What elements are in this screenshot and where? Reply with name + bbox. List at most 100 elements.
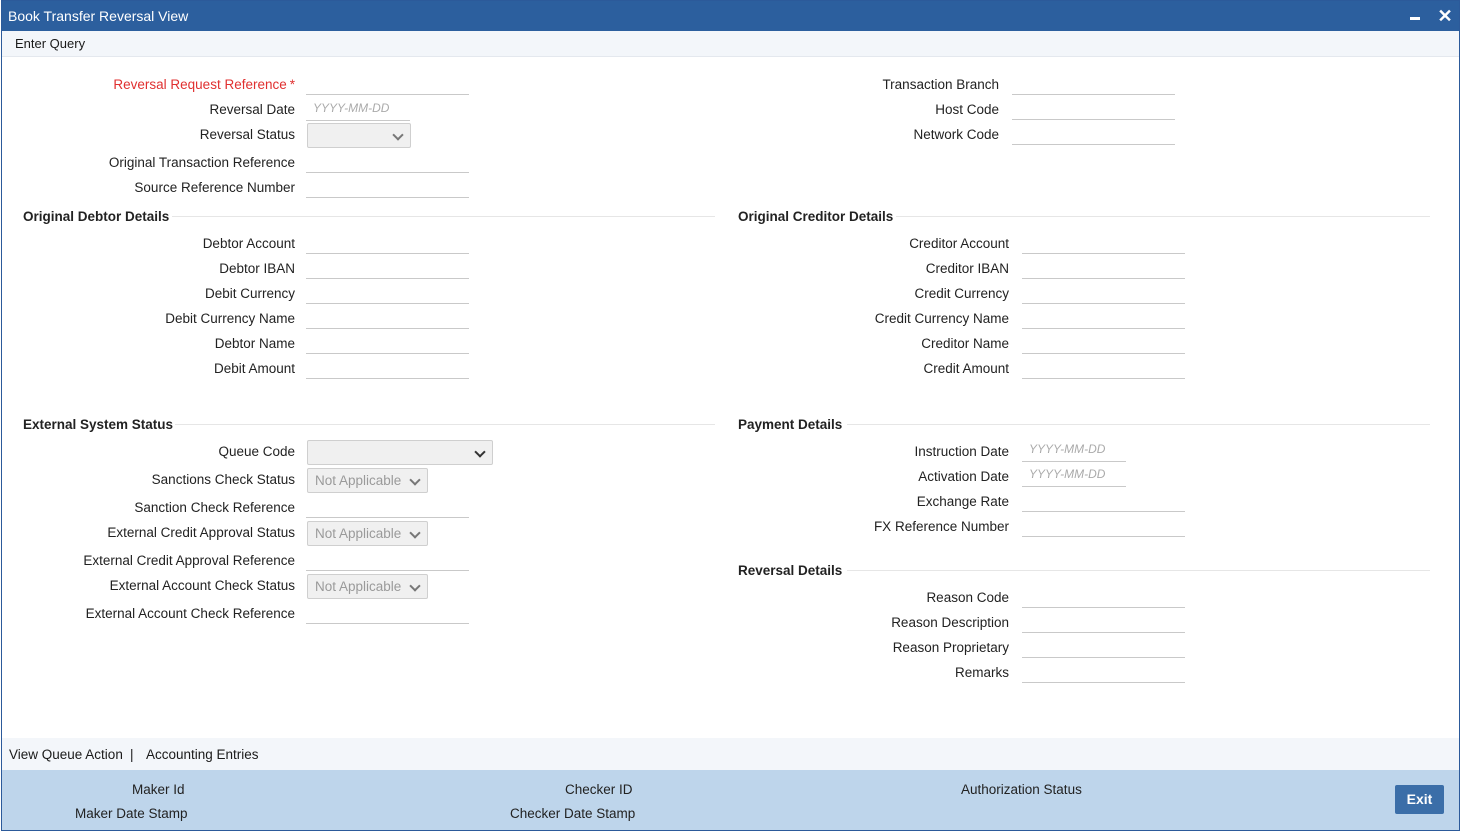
- chevron-down-icon: [474, 446, 486, 458]
- section-divider: [847, 424, 1430, 425]
- queue-code-select[interactable]: [307, 440, 493, 465]
- creditor-account-label: Creditor Account: [909, 236, 1009, 251]
- external-credit-approval-status-value: Not Applicable: [315, 526, 402, 541]
- sanction-check-reference-input[interactable]: [306, 493, 469, 518]
- fx-reference-number-input[interactable]: [1022, 512, 1185, 537]
- fx-reference-number-label: FX Reference Number: [873, 519, 1009, 534]
- reason-proprietary-input[interactable]: [1022, 633, 1185, 658]
- payment-details-heading: Payment Details: [738, 417, 843, 432]
- credit-currency-name-label: Credit Currency Name: [874, 311, 1009, 326]
- section-divider: [172, 216, 715, 217]
- credit-currency-label: Credit Currency: [914, 286, 1009, 301]
- transaction-branch-label: Transaction Branch: [882, 77, 999, 92]
- sanction-check-reference-label: Sanction Check Reference: [134, 500, 295, 515]
- network-code-label: Network Code: [913, 127, 999, 142]
- creditor-iban-label: Creditor IBAN: [925, 261, 1009, 276]
- debtor-iban-input[interactable]: [306, 254, 469, 279]
- credit-currency-input[interactable]: [1022, 279, 1185, 304]
- reversal-request-reference-input[interactable]: [306, 70, 469, 95]
- debtor-account-label: Debtor Account: [202, 236, 295, 251]
- external-system-status-heading: External System Status: [23, 417, 174, 432]
- remarks-input[interactable]: [1022, 658, 1185, 683]
- accounting-entries-link[interactable]: Accounting Entries: [146, 747, 259, 762]
- original-creditor-details-heading: Original Creditor Details: [738, 209, 894, 224]
- debtor-name-input[interactable]: [306, 329, 469, 354]
- reversal-date-input[interactable]: YYYY-MM-DD: [306, 96, 410, 121]
- debtor-account-input[interactable]: [306, 229, 469, 254]
- reversal-status-label: Reversal Status: [199, 127, 295, 142]
- book-transfer-reversal-window: Book Transfer Reversal View ✕ Enter Quer…: [1, 0, 1460, 831]
- external-credit-approval-status-select[interactable]: Not Applicable: [307, 521, 428, 546]
- checker-id-label: Checker ID: [565, 782, 633, 797]
- maker-date-stamp-label: Maker Date Stamp: [75, 806, 188, 821]
- external-account-check-reference-label: External Account Check Reference: [85, 606, 295, 621]
- host-code-label: Host Code: [935, 102, 999, 117]
- external-account-check-status-label: External Account Check Status: [109, 578, 295, 593]
- reversal-status-select[interactable]: [307, 123, 411, 148]
- debit-amount-label: Debit Amount: [213, 361, 295, 376]
- enter-query-menu[interactable]: Enter Query: [15, 36, 85, 51]
- close-icon[interactable]: ✕: [1434, 5, 1456, 27]
- external-credit-approval-reference-input[interactable]: [306, 546, 469, 571]
- debit-currency-label: Debit Currency: [204, 286, 295, 301]
- bottom-action-bar: View Queue Action | Accounting Entries: [2, 738, 1459, 770]
- creditor-iban-input[interactable]: [1022, 254, 1185, 279]
- sanctions-check-status-value: Not Applicable: [315, 473, 402, 488]
- source-reference-number-input[interactable]: [306, 173, 469, 198]
- view-queue-action-link[interactable]: View Queue Action: [9, 747, 123, 762]
- debit-currency-name-input[interactable]: [306, 304, 469, 329]
- original-transaction-reference-input[interactable]: [306, 148, 469, 173]
- sanctions-check-status-select[interactable]: Not Applicable: [307, 468, 428, 493]
- debtor-name-label: Debtor Name: [214, 336, 295, 351]
- reversal-request-reference-label: Reversal Request Reference *: [113, 77, 295, 92]
- external-account-check-reference-input[interactable]: [306, 599, 469, 624]
- credit-amount-label: Credit Amount: [923, 361, 1009, 376]
- section-divider: [847, 570, 1430, 571]
- title-bar: Book Transfer Reversal View ✕: [2, 1, 1459, 31]
- debit-amount-input[interactable]: [306, 354, 469, 379]
- minimize-icon[interactable]: [1404, 5, 1426, 27]
- original-debtor-details-heading: Original Debtor Details: [23, 209, 170, 224]
- creditor-name-input[interactable]: [1022, 329, 1185, 354]
- sanctions-check-status-label: Sanctions Check Status: [151, 472, 295, 487]
- required-marker: *: [289, 77, 295, 92]
- reason-proprietary-label: Reason Proprietary: [892, 640, 1009, 655]
- external-account-check-status-select[interactable]: Not Applicable: [307, 574, 428, 599]
- reason-code-input[interactable]: [1022, 583, 1185, 608]
- remarks-label: Remarks: [954, 665, 1009, 680]
- credit-amount-input[interactable]: [1022, 354, 1185, 379]
- original-transaction-reference-label: Original Transaction Reference: [108, 155, 295, 170]
- exit-button[interactable]: Exit: [1395, 785, 1444, 814]
- activation-date-input[interactable]: YYYY-MM-DD: [1022, 462, 1126, 487]
- creditor-name-label: Creditor Name: [921, 336, 1009, 351]
- creditor-account-input[interactable]: [1022, 229, 1185, 254]
- instruction-date-input[interactable]: YYYY-MM-DD: [1022, 437, 1126, 462]
- section-divider: [175, 424, 715, 425]
- reason-description-input[interactable]: [1022, 608, 1185, 633]
- instruction-date-label: Instruction Date: [914, 444, 1009, 459]
- host-code-input[interactable]: [1012, 95, 1175, 120]
- chevron-down-icon: [409, 580, 421, 592]
- reversal-details-heading: Reversal Details: [738, 563, 843, 578]
- debit-currency-input[interactable]: [306, 279, 469, 304]
- source-reference-number-label: Source Reference Number: [134, 180, 295, 195]
- maker-id-label: Maker Id: [132, 782, 185, 797]
- network-code-input[interactable]: [1012, 120, 1175, 145]
- authorization-status-label: Authorization Status: [961, 782, 1082, 797]
- transaction-branch-input[interactable]: [1012, 70, 1175, 95]
- chevron-down-icon: [409, 527, 421, 539]
- window-title: Book Transfer Reversal View: [8, 8, 189, 24]
- section-divider: [896, 216, 1430, 217]
- chevron-down-icon: [409, 474, 421, 486]
- link-separator: |: [130, 747, 134, 762]
- exchange-rate-label: Exchange Rate: [916, 494, 1009, 509]
- reason-description-label: Reason Description: [891, 615, 1009, 630]
- external-credit-approval-reference-label: External Credit Approval Reference: [83, 553, 295, 568]
- reason-code-label: Reason Code: [926, 590, 1009, 605]
- external-credit-approval-status-label: External Credit Approval Status: [107, 525, 295, 540]
- queue-code-label: Queue Code: [218, 444, 295, 459]
- audit-footer: Maker Id Maker Date Stamp Checker ID Che…: [2, 770, 1459, 830]
- exchange-rate-input[interactable]: [1022, 487, 1185, 512]
- credit-currency-name-input[interactable]: [1022, 304, 1185, 329]
- debtor-iban-label: Debtor IBAN: [219, 261, 295, 276]
